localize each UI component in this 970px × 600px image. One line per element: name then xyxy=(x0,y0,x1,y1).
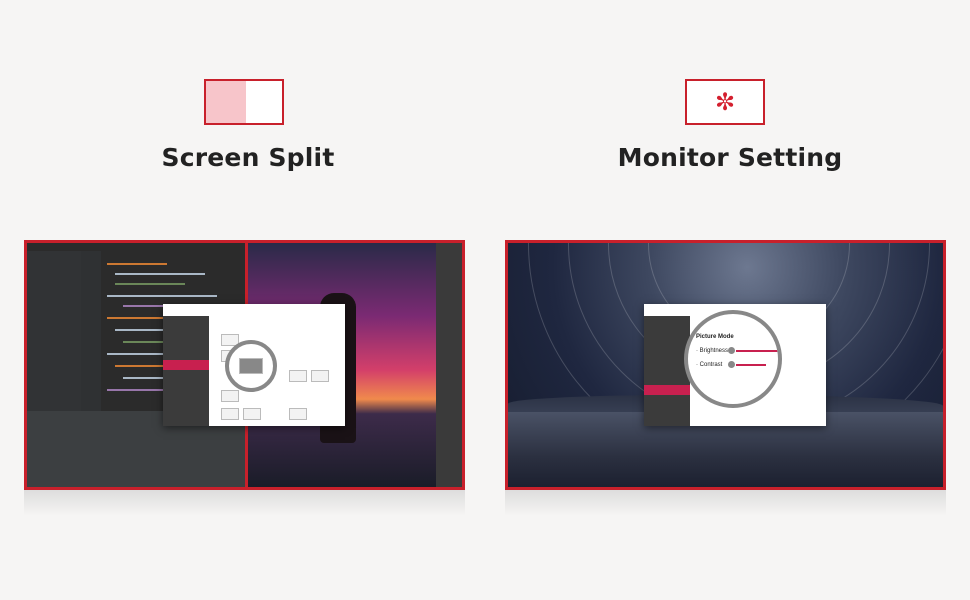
monitor-setting-icon-box: ✼ xyxy=(685,79,765,125)
panel-reflection-left xyxy=(24,490,465,516)
panel-reflection-right xyxy=(505,490,946,516)
monitor-setting-title: Monitor Setting xyxy=(617,143,843,172)
screen-split-icon xyxy=(204,79,284,125)
contrast-label: · Contrast xyxy=(696,362,723,368)
dialog-sidebar xyxy=(644,316,690,426)
nav-item-monitor-setting xyxy=(644,385,690,395)
monitor-setting-dialog: Picture Mode · Brightness · Contrast xyxy=(644,304,826,426)
screen-split-dialog xyxy=(163,304,345,426)
monitor-setting-screenshot: Picture Mode · Brightness · Contrast xyxy=(505,240,946,490)
project-tree xyxy=(27,251,81,411)
split-magnifier xyxy=(225,340,277,392)
gear-icon: ✼ xyxy=(714,88,736,116)
nav-item-screen-split xyxy=(163,360,209,370)
dialog-sidebar xyxy=(163,316,209,426)
screen-split-title: Screen Split xyxy=(161,143,335,172)
brightness-label: · Brightness xyxy=(696,348,729,354)
settings-magnifier: Picture Mode · Brightness · Contrast xyxy=(684,310,782,408)
photo-tool-panel xyxy=(436,243,462,487)
split-left-pane xyxy=(206,81,246,123)
screen-split-screenshot xyxy=(24,240,465,490)
line-number-gutter xyxy=(81,251,101,411)
picture-mode-label: Picture Mode xyxy=(696,334,734,340)
